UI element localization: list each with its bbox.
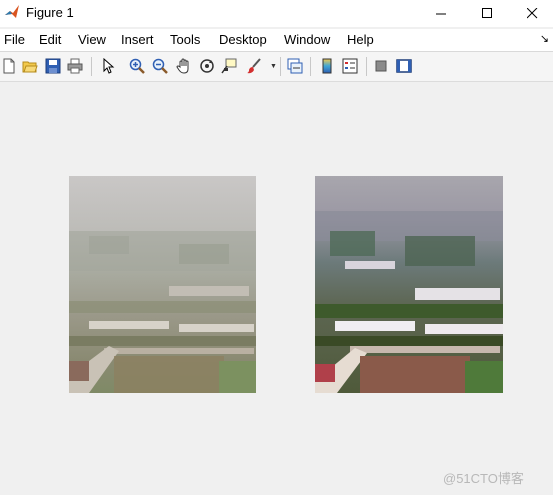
print-icon	[67, 58, 83, 74]
data-cursor-icon	[221, 58, 237, 74]
zoom-in-icon	[129, 58, 145, 74]
title-bar: Figure 1	[0, 0, 553, 27]
figure-window: Figure 1 File Edit View Insert Tools Des…	[0, 0, 553, 495]
hazy-aerial-image	[69, 176, 256, 393]
save-icon	[45, 58, 61, 74]
close-icon	[526, 8, 537, 19]
link-plot-icon	[287, 58, 303, 74]
zoom-out-icon	[152, 58, 168, 74]
pan-hand-icon	[176, 58, 189, 74]
menu-view[interactable]: View	[78, 32, 106, 47]
colorbar-button[interactable]	[318, 57, 336, 75]
link-plot-button[interactable]	[286, 57, 304, 75]
new-figure-icon	[3, 58, 15, 74]
open-file-icon	[22, 61, 38, 73]
colorbar-icon	[322, 58, 332, 74]
rotate-3d-button[interactable]	[198, 57, 216, 75]
menu-tools[interactable]: Tools	[170, 32, 200, 47]
print-button[interactable]	[66, 57, 84, 75]
menu-file[interactable]: File	[4, 32, 25, 47]
brush-icon	[247, 58, 261, 74]
menu-desktop[interactable]: Desktop	[219, 32, 267, 47]
window-title: Figure 1	[26, 5, 74, 20]
pan-button[interactable]	[175, 57, 193, 75]
toolbar-separator	[310, 57, 311, 76]
save-button[interactable]	[44, 57, 62, 75]
edit-plot-button[interactable]	[99, 57, 117, 75]
zoom-out-button[interactable]	[151, 57, 169, 75]
brush-dropdown-icon[interactable]: ▼	[270, 63, 277, 70]
maximize-icon	[481, 8, 492, 18]
show-plot-tools-icon	[396, 59, 412, 73]
menu-bar: File Edit View Insert Tools Desktop Wind…	[0, 29, 553, 51]
open-file-button[interactable]	[21, 57, 39, 75]
watermark: @51CTO博客	[443, 471, 524, 486]
edit-plot-arrow-icon	[103, 58, 115, 74]
zoom-in-button[interactable]	[128, 57, 146, 75]
toolbar-separator	[91, 57, 92, 76]
new-figure-button[interactable]	[0, 57, 18, 75]
minimize-icon	[435, 13, 446, 15]
minimize-button[interactable]	[418, 0, 464, 27]
legend-icon	[342, 58, 358, 74]
legend-button[interactable]	[341, 57, 359, 75]
menu-insert[interactable]: Insert	[121, 32, 154, 47]
dehazed-aerial-image	[315, 176, 503, 393]
brush-button[interactable]	[245, 57, 263, 75]
rotate-3d-icon	[200, 59, 214, 73]
menu-edit[interactable]: Edit	[39, 32, 61, 47]
toolbar-separator	[366, 57, 367, 76]
menu-help[interactable]: Help	[347, 32, 374, 47]
toolbar-separator	[280, 57, 281, 76]
dock-arrow-icon[interactable]: ↘	[540, 32, 549, 45]
show-plot-tools-button[interactable]	[395, 57, 413, 75]
hide-plot-tools-icon	[375, 60, 387, 72]
figure-toolbar: ▼	[0, 52, 553, 82]
maximize-button[interactable]	[464, 0, 510, 27]
data-cursor-button[interactable]	[220, 57, 238, 75]
hide-plot-tools-button[interactable]	[372, 57, 390, 75]
close-button[interactable]	[509, 0, 553, 27]
matlab-logo-icon	[4, 4, 20, 20]
menu-window[interactable]: Window	[284, 32, 330, 47]
